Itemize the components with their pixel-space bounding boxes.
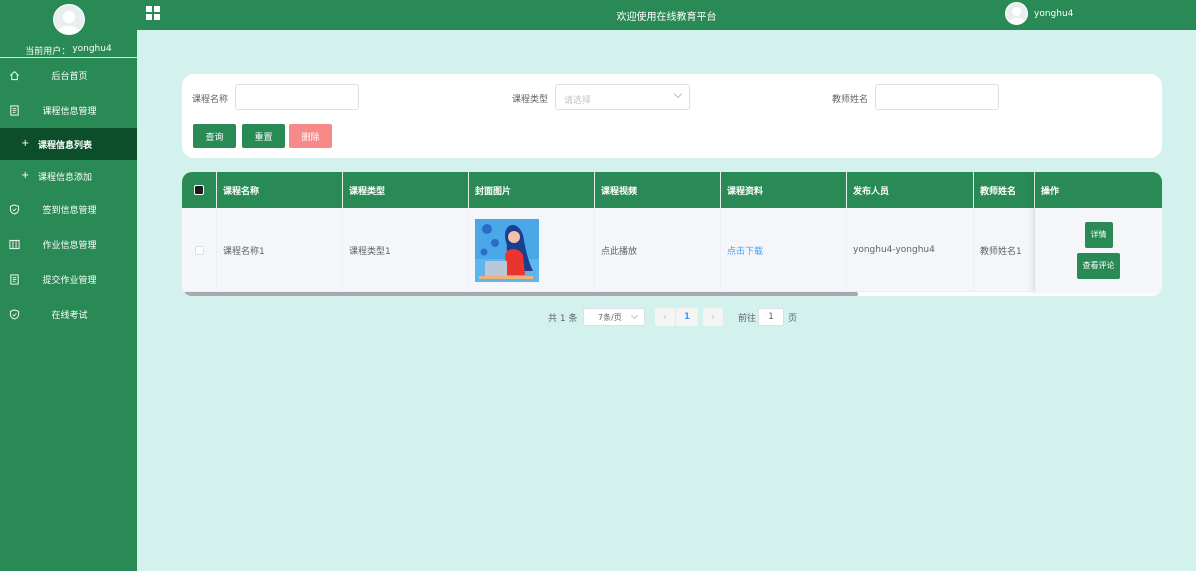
horizontal-scrollbar[interactable] [184,292,858,296]
cell-course-type: 课程类型1 [343,208,469,292]
home-icon [10,70,19,80]
plus-icon: + [21,170,30,181]
data-table: 课程名称 课程类型 封面图片 课程视频 课程资料 发布人员 教师姓名 课程名称1… [182,172,1162,296]
column-header-video[interactable]: 课程视频 [595,172,721,208]
cell-material: 点击下载 [721,208,847,292]
sidebar-item-label: 课程信息管理 [42,107,97,117]
select-all-cell [182,172,217,208]
goto-page-input[interactable] [758,308,784,326]
sidebar-item-submission-management[interactable]: 提交作业管理 [0,262,137,297]
search-form: 课程名称 课程类型 请选择 教师姓名 查询 重置 删除 [182,74,1162,158]
course-type-placeholder: 请选择 [564,96,592,106]
shield-icon [9,203,20,215]
row-checkbox[interactable] [194,245,204,255]
chevron-right-icon: › [711,311,715,323]
teacher-name-input[interactable] [875,84,999,110]
column-header-course-type[interactable]: 课程类型 [343,172,469,208]
document-icon [10,273,19,285]
column-header-course-name[interactable]: 课程名称 [217,172,343,208]
chevron-down-icon [630,311,639,320]
top-user-name: yonghu4 [1034,8,1074,19]
select-all-checkbox[interactable] [194,185,204,195]
chevron-down-icon [673,89,683,99]
column-header-material[interactable]: 课程资料 [721,172,847,208]
play-video-link[interactable]: 点此播放 [601,244,637,257]
table-row[interactable]: 课程名称1 课程类型1 点此播放 点击下载 yonghu4-yonghu4 教师… [182,208,1162,292]
course-type-label: 课程类型 [512,95,549,105]
cell-teacher: 教师姓名1 [974,208,1035,292]
next-page-button[interactable]: › [703,308,723,326]
sidebar-item-label: 提交作业管理 [42,276,97,286]
column-header-cover[interactable]: 封面图片 [469,172,595,208]
actions-column: 操作 详情 查看评论 [1035,172,1162,292]
prev-page-button[interactable]: ‹ [655,308,675,326]
avatar[interactable] [52,4,85,35]
current-user-label: 当前用户： [25,47,71,57]
cell-course-name: 课程名称1 [217,208,343,292]
cell-actions: 详情 查看评论 [1035,208,1162,292]
course-name-input[interactable] [235,84,359,110]
sidebar-item-home[interactable]: 后台首页 [0,58,137,93]
goto-label: 前往 [738,314,757,324]
columns-icon [9,239,20,249]
sidebar-header: 当前用户： yonghu4 [0,0,137,58]
sidebar-item-checkin-management[interactable]: 签到信息管理 [0,192,137,227]
course-name-label: 课程名称 [192,95,229,105]
teacher-name-label: 教师姓名 [832,95,869,105]
cover-illustration [475,218,539,282]
column-header-teacher[interactable]: 教师姓名 [974,172,1035,208]
sidebar-item-label: 签到信息管理 [42,206,97,216]
reset-button[interactable]: 重置 [242,124,285,148]
cover-image[interactable] [475,218,539,282]
chevron-left-icon: ‹ [663,311,667,323]
column-header-publisher[interactable]: 发布人员 [847,172,974,208]
current-user: 当前用户： yonghu4 [25,44,111,57]
view-comments-button[interactable]: 查看评论 [1077,252,1120,279]
document-icon [10,104,19,116]
top-bar: 欢迎使用在线教育平台 yonghu4 [137,0,1196,30]
row-select-cell [182,208,217,292]
shield-icon [9,308,20,320]
sidebar-item-homework-management[interactable]: 作业信息管理 [0,227,137,262]
page-suffix: 页 [788,314,798,324]
pagination-total: 共 1 条 [548,314,578,324]
page-size-value: 7条/页 [598,313,622,322]
sidebar-item-label: 在线考试 [51,311,88,321]
sidebar-item-label: 作业信息管理 [42,241,97,251]
current-user-name: yonghu4 [72,44,112,54]
column-header-actions: 操作 [1035,172,1162,208]
sidebar-item-online-exam[interactable]: 在线考试 [0,297,137,332]
table-header: 课程名称 课程类型 封面图片 课程视频 课程资料 发布人员 教师姓名 [182,172,1162,208]
page-number-current[interactable]: 1 [676,308,698,326]
query-button[interactable]: 查询 [193,124,236,148]
sidebar-item-course-add[interactable]: + 课程信息添加 [0,160,137,192]
sidebar-item-course-management[interactable]: 课程信息管理 [0,93,137,128]
detail-button[interactable]: 详情 [1084,221,1113,248]
cell-cover [469,208,595,292]
course-type-select[interactable]: 请选择 [555,84,690,110]
top-user-menu[interactable]: yonghu4 [1005,2,1073,25]
download-material-link[interactable]: 点击下载 [727,244,763,257]
plus-icon: + [21,138,30,149]
pagination: 共 1 条 7条/页 ‹ 1 › 前往 页 [548,308,808,326]
sidebar: 当前用户： yonghu4 后台首页 课程信息管理 + 课程信息列表 + 课程信… [0,0,137,571]
delete-button[interactable]: 删除 [289,124,332,148]
sidebar-item-course-list[interactable]: + 课程信息列表 [0,128,137,160]
avatar [1005,2,1028,25]
cell-publisher: yonghu4-yonghu4 [847,208,974,292]
page-size-select[interactable]: 7条/页 [583,308,645,326]
cell-video: 点此播放 [595,208,721,292]
sidebar-item-label: 后台首页 [51,72,88,82]
